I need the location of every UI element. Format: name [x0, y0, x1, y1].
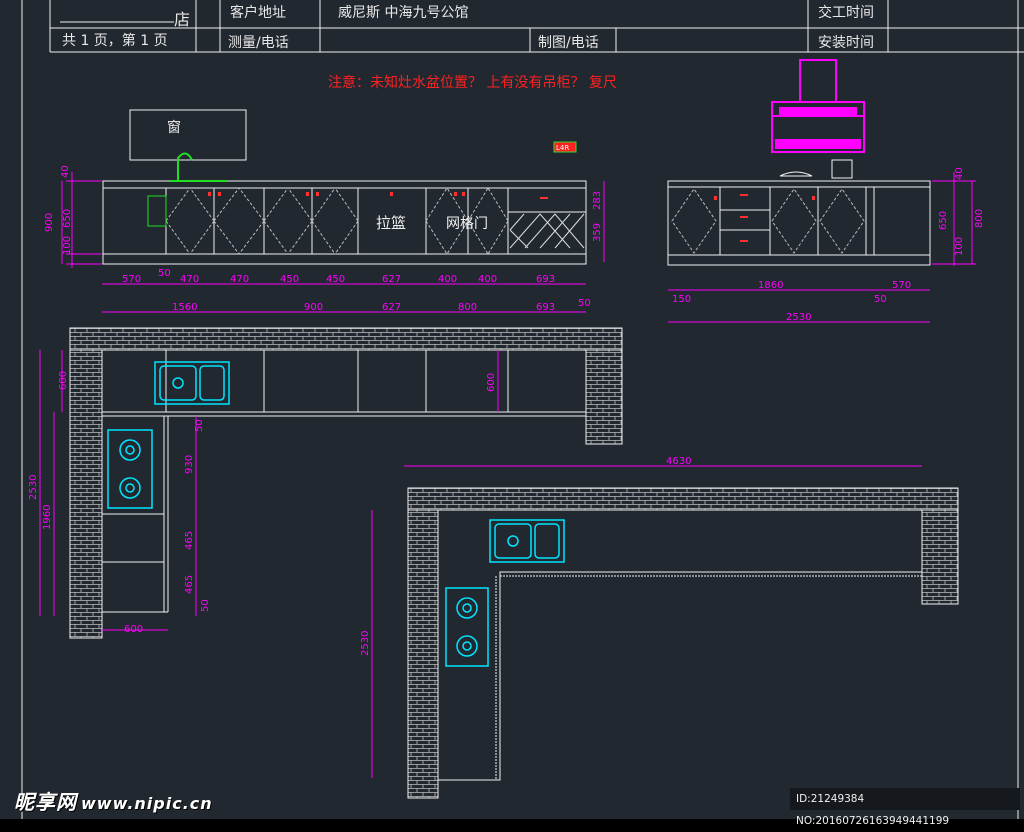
plan-dim-600-c: 600 [124, 624, 143, 635]
right-plan-sink-icon [489, 519, 565, 563]
dim-283: 283 [592, 191, 603, 210]
dim-top-627: 627 [382, 274, 401, 285]
r-dim-2530: 2530 [786, 312, 811, 323]
image-id-bar: ID:21249384 NO:20160726163949441199 [790, 788, 1020, 827]
dim-top-693: 693 [536, 274, 555, 285]
dim-top-400a: 400 [438, 274, 457, 285]
dim-bottom-627: 627 [382, 302, 401, 313]
cad-svg: 注意：未知灶水盆位置？ 上有没有吊柜？ 复尺 L4R 窗 拉篮 网格门 40 9… [21, 0, 1024, 819]
dim-small-50a: 50 [158, 268, 171, 279]
basket-label: 拉篮 [376, 214, 406, 232]
r-dim-800: 800 [974, 209, 985, 228]
warning-note: 注意：未知灶水盆位置？ 上有没有吊柜？ 复尺 [328, 74, 617, 91]
watermark-url[interactable]: www.nipic.cn [81, 794, 213, 813]
r-dim-100: 100 [954, 237, 965, 256]
r-dim-40: 40 [954, 167, 965, 180]
dim-top-450a: 450 [280, 274, 299, 285]
dim-top-570: 570 [122, 274, 141, 285]
plan-dim-50-a: 50 [194, 419, 205, 432]
right-elevation [667, 159, 931, 266]
dim-bottom-900: 900 [304, 302, 323, 313]
r-dim-50: 50 [874, 294, 887, 305]
dim-650: 650 [62, 209, 73, 228]
dim-359: 359 [592, 223, 603, 242]
dim-top-450b: 450 [326, 274, 345, 285]
plan-dim-465-a: 465 [184, 531, 195, 550]
dim-top-470b: 470 [230, 274, 249, 285]
grid-door-label: 网格门 [446, 216, 488, 232]
plan-dim-465-b: 465 [184, 575, 195, 594]
right-plan-counter [438, 509, 923, 781]
dim-900: 900 [44, 213, 55, 232]
plan-dim-50-b: 50 [200, 599, 211, 612]
plan-dim-1960: 1960 [42, 505, 53, 530]
left-plan-walls [69, 327, 623, 639]
tag-label: L4R [556, 144, 569, 152]
r-dim-570: 570 [892, 280, 911, 291]
r-dim-650: 650 [938, 211, 949, 230]
r-dim-150: 150 [672, 294, 691, 305]
cad-drawing-canvas: 店 共 1 页，第 1 页 客户地址 威尼斯 中海九号公馆 交工时间 测量/电话… [0, 0, 1024, 827]
plan-dim-600-b: 600 [486, 373, 497, 392]
dim-bottom-800: 800 [458, 302, 477, 313]
dim-100: 100 [62, 236, 73, 255]
range-hood-icon [771, 59, 865, 153]
plan-dim-2530-right: 2530 [360, 631, 371, 656]
plan-dim-4630: 4630 [666, 456, 691, 467]
dim-40-left: 40 [60, 165, 71, 178]
right-plan-stove-icon [445, 587, 489, 667]
cabinet-handles [208, 192, 548, 199]
dim-small-50b: 50 [578, 298, 591, 309]
dim-bottom-693: 693 [536, 302, 555, 313]
dim-top-470a: 470 [180, 274, 199, 285]
dim-bottom-1560: 1560 [172, 302, 197, 313]
left-plan-counter [101, 349, 587, 613]
window-label: 窗 [167, 119, 181, 136]
plan-dim-930: 930 [184, 455, 195, 474]
plan-dim-2530: 2530 [28, 475, 39, 500]
r-dim-1860: 1860 [758, 280, 783, 291]
plan-dim-600-a: 600 [58, 371, 69, 390]
watermark-brand: 昵享网 www.nipic.cn [14, 786, 213, 815]
dim-top-400b: 400 [478, 274, 497, 285]
left-plan-stove-icon [107, 429, 153, 509]
faucet-icon [170, 152, 228, 182]
watermark-brand-text: 昵享网 [14, 790, 77, 814]
